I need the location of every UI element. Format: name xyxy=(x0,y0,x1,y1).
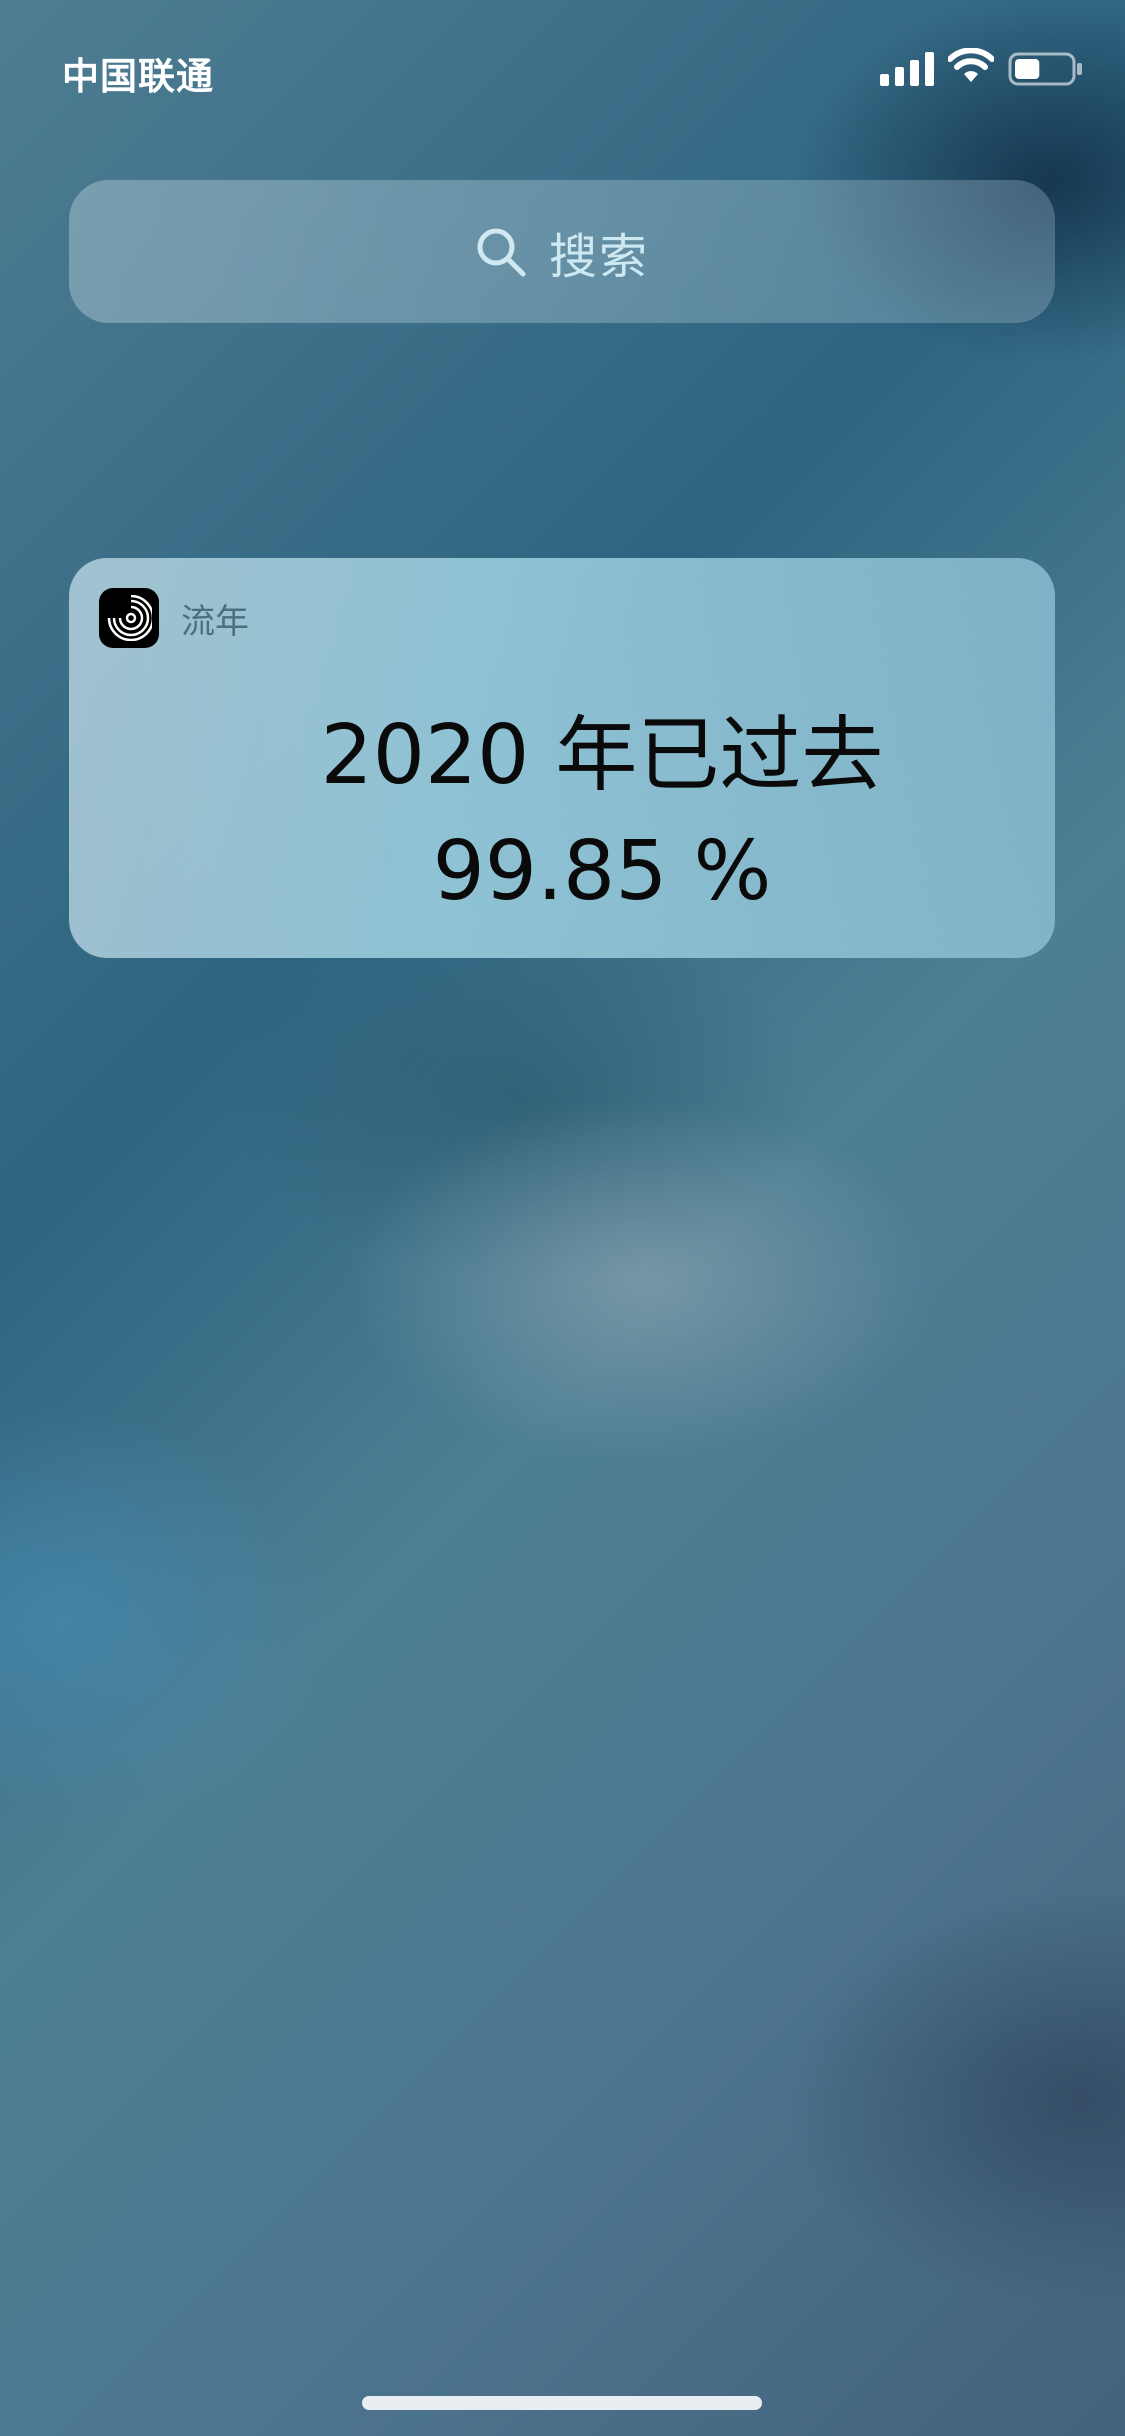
battery-icon xyxy=(1008,52,1082,86)
carrier-name: 中国联通 xyxy=(62,55,214,98)
wifi-icon xyxy=(948,48,994,82)
search-placeholder: 搜索 xyxy=(548,228,649,285)
search-bar[interactable]: 搜索 xyxy=(69,180,1055,323)
cellular-signal-icon xyxy=(880,52,934,86)
year-elapsed-percent: 99.85 % xyxy=(432,824,772,919)
liunian-widget[interactable]: 流年 2020 年已过去 99.85 % xyxy=(69,558,1055,958)
widget-app-name: 流年 xyxy=(181,601,249,642)
widget-body: 2020 年已过去 99.85 % xyxy=(69,698,1055,930)
home-indicator[interactable] xyxy=(362,2396,762,2410)
search-icon xyxy=(477,228,526,276)
spiral-icon xyxy=(99,588,159,648)
status-bar: 中国联通 xyxy=(0,0,1125,140)
widget-header: 流年 xyxy=(99,588,249,648)
year-elapsed-label: 2020 年已过去 xyxy=(320,708,884,803)
